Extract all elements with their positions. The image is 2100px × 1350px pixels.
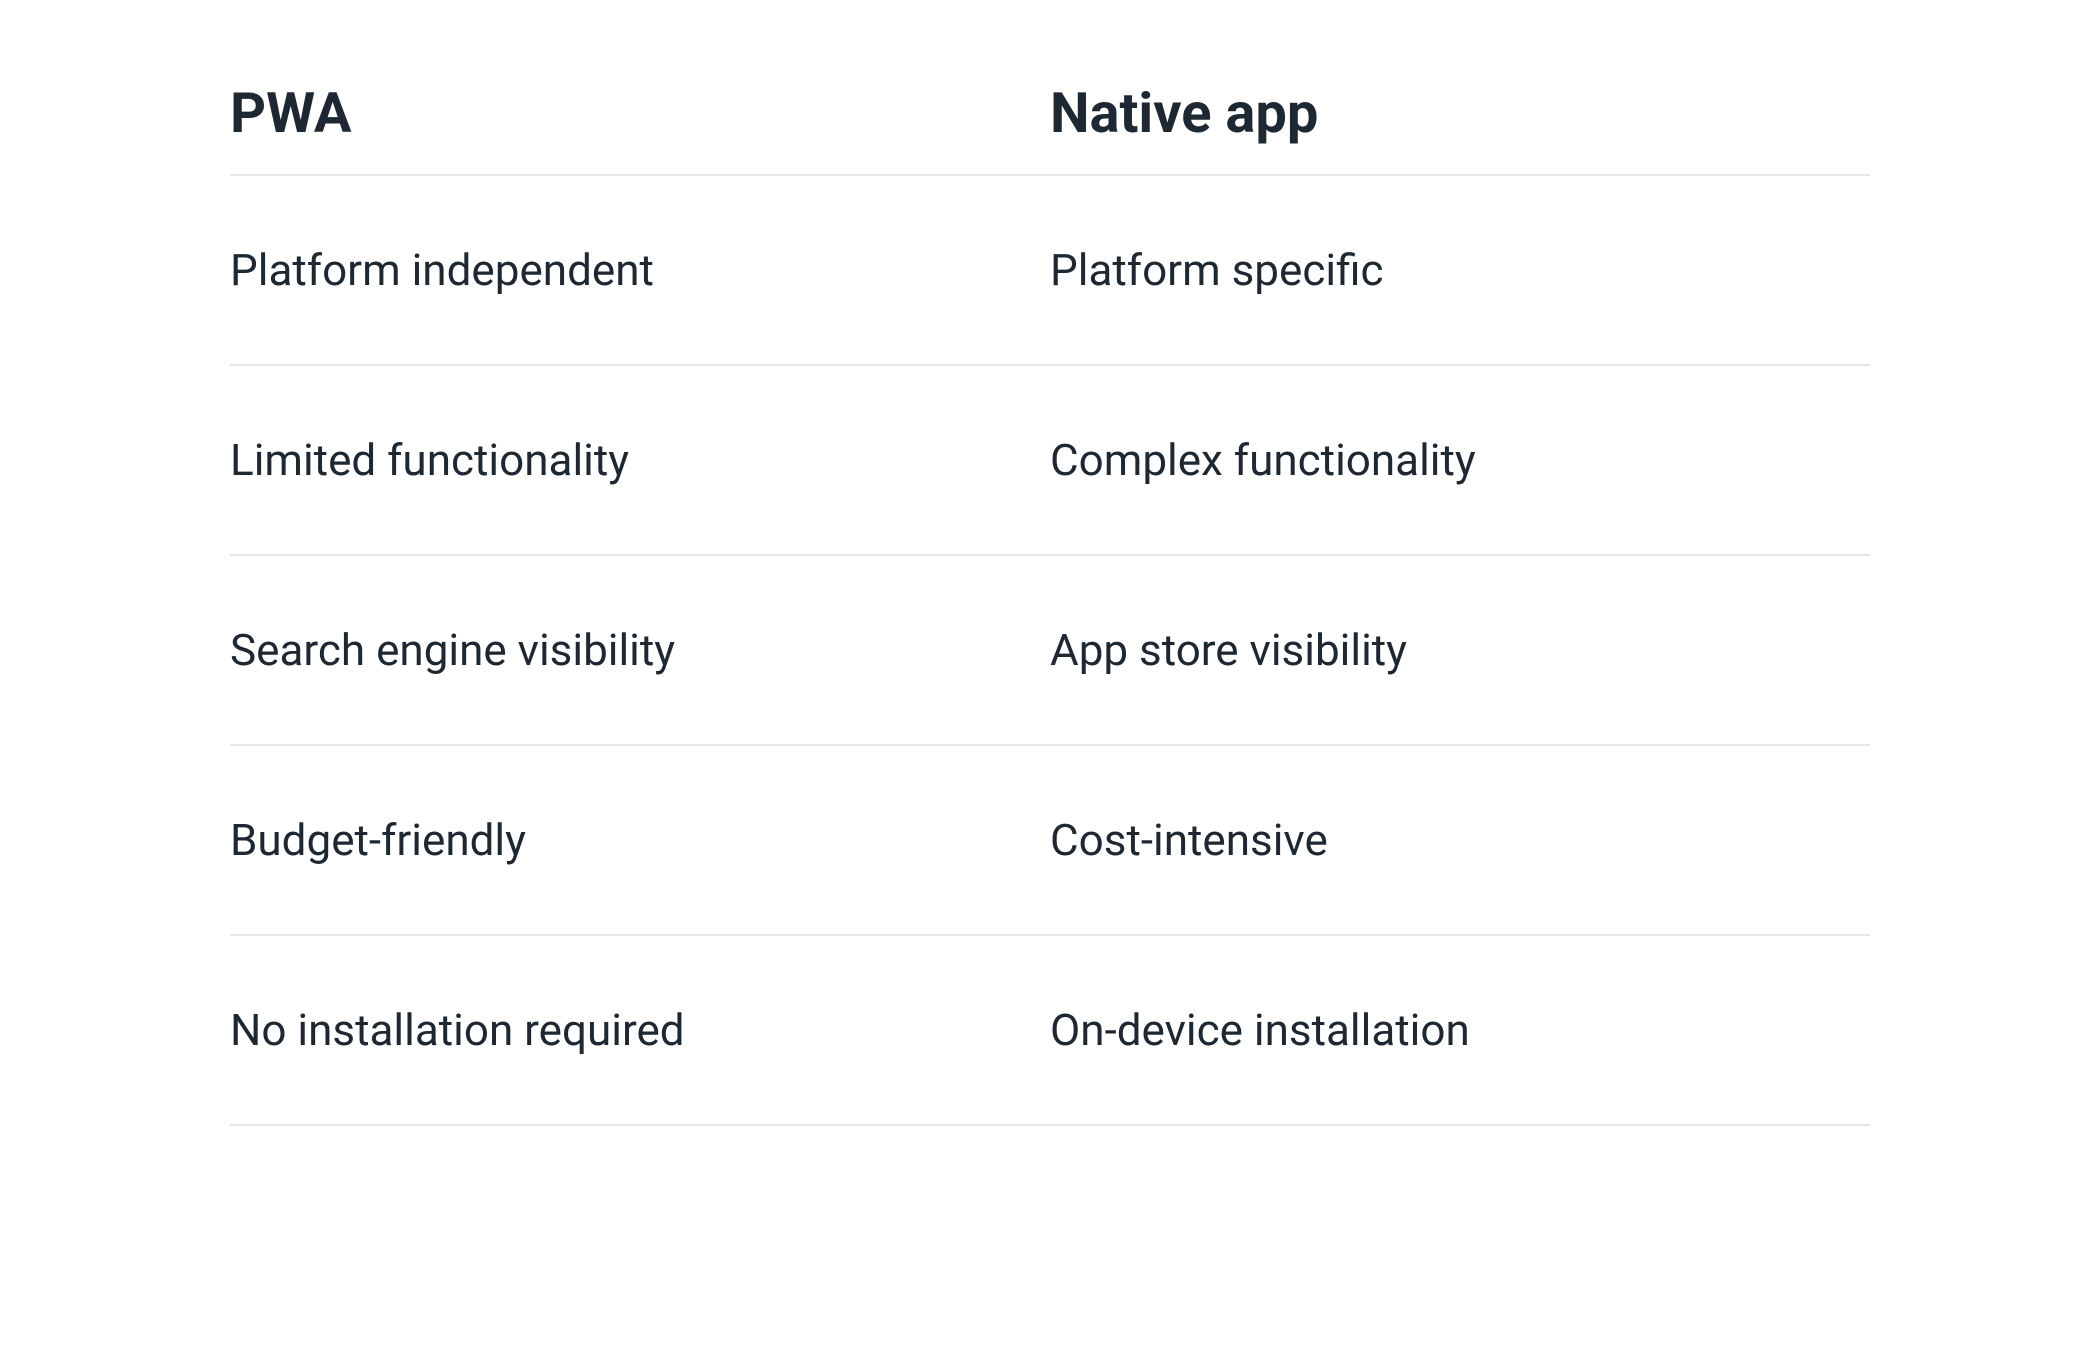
table-row: Budget-friendly Cost-intensive bbox=[230, 746, 1870, 936]
cell-native: Cost-intensive bbox=[1050, 814, 1870, 866]
cell-native: On-device installation bbox=[1050, 1004, 1870, 1056]
column-header-pwa: PWA bbox=[230, 80, 1050, 146]
cell-pwa: No installation required bbox=[230, 1004, 1050, 1056]
cell-native: App store visibility bbox=[1050, 624, 1870, 676]
cell-pwa: Budget-friendly bbox=[230, 814, 1050, 866]
table-row: Platform independent Platform specific bbox=[230, 176, 1870, 366]
cell-pwa: Limited functionality bbox=[230, 434, 1050, 486]
comparison-table: PWA Native app Platform independent Plat… bbox=[230, 80, 1870, 1126]
table-row: Limited functionality Complex functional… bbox=[230, 366, 1870, 556]
cell-native: Complex functionality bbox=[1050, 434, 1870, 486]
column-header-native: Native app bbox=[1050, 80, 1870, 146]
table-header-row: PWA Native app bbox=[230, 80, 1870, 176]
cell-pwa: Search engine visibility bbox=[230, 624, 1050, 676]
table-row: Search engine visibility App store visib… bbox=[230, 556, 1870, 746]
cell-pwa: Platform independent bbox=[230, 244, 1050, 296]
table-row: No installation required On-device insta… bbox=[230, 936, 1870, 1126]
cell-native: Platform specific bbox=[1050, 244, 1870, 296]
